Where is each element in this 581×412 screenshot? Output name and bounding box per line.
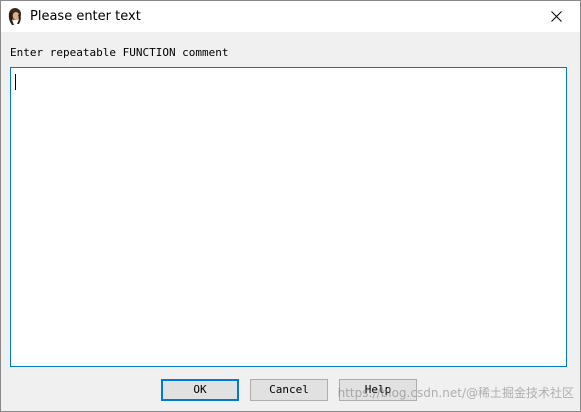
title-bar[interactable]: Please enter text [1, 1, 580, 32]
app-icon [6, 7, 25, 26]
text-caret [15, 74, 16, 90]
window-title: Please enter text [30, 9, 141, 24]
close-button[interactable] [534, 1, 580, 32]
cancel-button[interactable]: Cancel [250, 379, 328, 401]
dialog-window: Please enter text Enter repeatable FUNCT… [0, 0, 581, 412]
close-icon [551, 11, 562, 22]
prompt-label: Enter repeatable FUNCTION comment [10, 46, 229, 59]
ok-button[interactable]: OK [161, 379, 239, 401]
comment-textarea[interactable] [10, 67, 567, 367]
watermark: https://blog.csdn.net/@稀土掘金技术社区 [337, 386, 574, 400]
